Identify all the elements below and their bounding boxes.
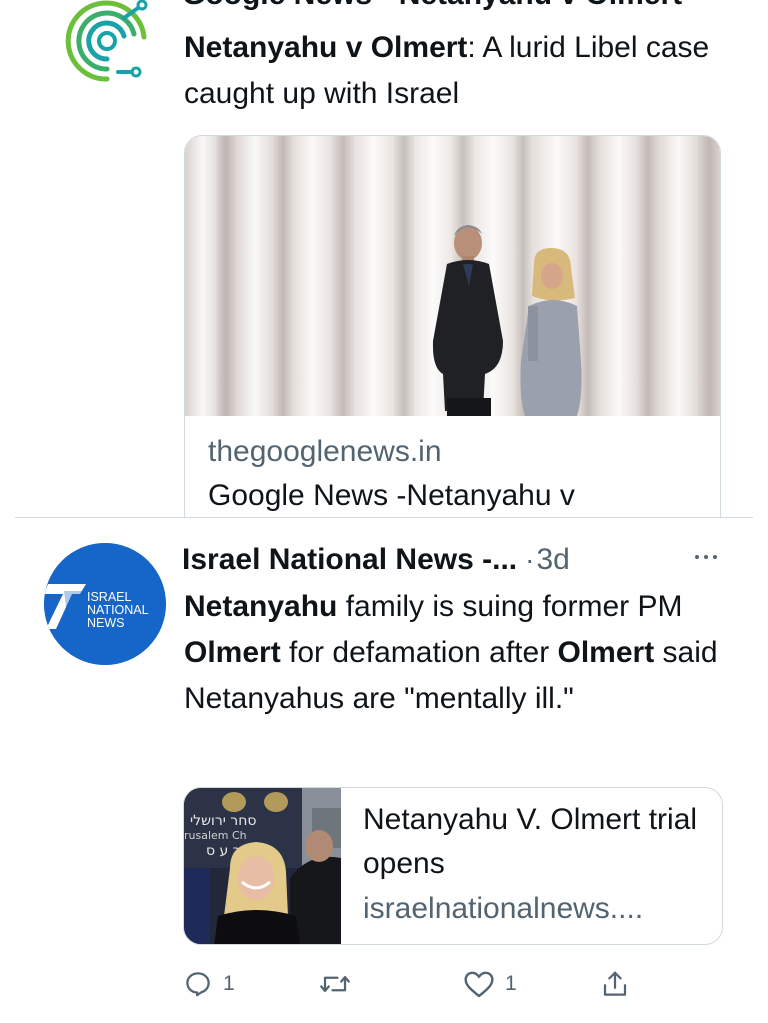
more-icon[interactable] (686, 542, 726, 572)
tweet-body: Netanyahu v Olmert: A lurid Libel case c… (184, 25, 724, 117)
like-button[interactable]: 1 (463, 962, 517, 1006)
israel-national-news-avatar[interactable]: ISRAEL NATIONAL NEWS (44, 543, 166, 665)
meta-separator: · (525, 544, 535, 575)
card-image (185, 136, 720, 416)
card-title: Google News -Netanyahu v (208, 479, 575, 512)
share-button[interactable] (600, 962, 630, 1006)
tweet-body: Netanyahu family is suing former PM Olme… (184, 584, 732, 722)
reply-count: 1 (223, 972, 235, 995)
tweet-text: family is suing former PM (337, 590, 683, 623)
author-name[interactable]: Israel National News -... (182, 543, 517, 577)
tweet-text-bold: Olmert (557, 636, 655, 669)
card-thumbnail: סחר ירושלי rusalem Ch ר ע ס (184, 788, 341, 944)
ins-logo-icon: ISRAEL NATIONAL NEWS (44, 543, 166, 665)
avatar-line-3: NEWS (87, 616, 125, 630)
thumb-text-1: סחר ירושלי (190, 813, 256, 829)
link-card-small[interactable]: סחר ירושלי rusalem Ch ר ע ס Netanyahu V.… (183, 787, 723, 945)
card-domain: thegooglenews.in (208, 435, 442, 468)
reply-icon (186, 972, 210, 997)
share-icon (603, 971, 627, 996)
tweet-text-bold: Netanyahu v Olmert (184, 31, 468, 64)
spiral-logo-icon (48, 0, 166, 100)
tweet-text-bold: Netanyahu (184, 590, 338, 623)
tweet-text: for defamation after (280, 636, 558, 669)
card-title: Netanyahu V. Olmert trial opens (363, 803, 698, 880)
heart-icon (464, 971, 494, 998)
card-domain: israelnationalnews.... (363, 892, 644, 925)
retweet-button[interactable] (318, 962, 362, 1006)
avatar-line-2: NATIONAL (87, 603, 149, 617)
reply-button[interactable]: 1 (183, 962, 235, 1006)
tweet-divider (15, 517, 753, 518)
google-news-avatar[interactable] (48, 0, 166, 100)
avatar-line-1: ISRAEL (87, 590, 132, 604)
tweet-header: Israel National News -... · 3d (182, 538, 570, 582)
retweet-icon (320, 976, 350, 992)
tweet-timestamp[interactable]: 3d (536, 543, 569, 577)
tweet-actions: 1 1 (0, 962, 768, 1006)
link-card[interactable]: thegooglenews.in Google News -Netanyahu … (184, 135, 721, 517)
tweet-text-bold: Olmert (184, 636, 281, 669)
tweet-google-news[interactable]: Google News - Netanyahu v Olmert Netanya… (0, 0, 768, 517)
thumb-text-2: rusalem Ch (184, 829, 247, 842)
like-count: 1 (505, 972, 517, 995)
tweet-author-cut: Google News - Netanyahu v Olmert (182, 0, 682, 12)
